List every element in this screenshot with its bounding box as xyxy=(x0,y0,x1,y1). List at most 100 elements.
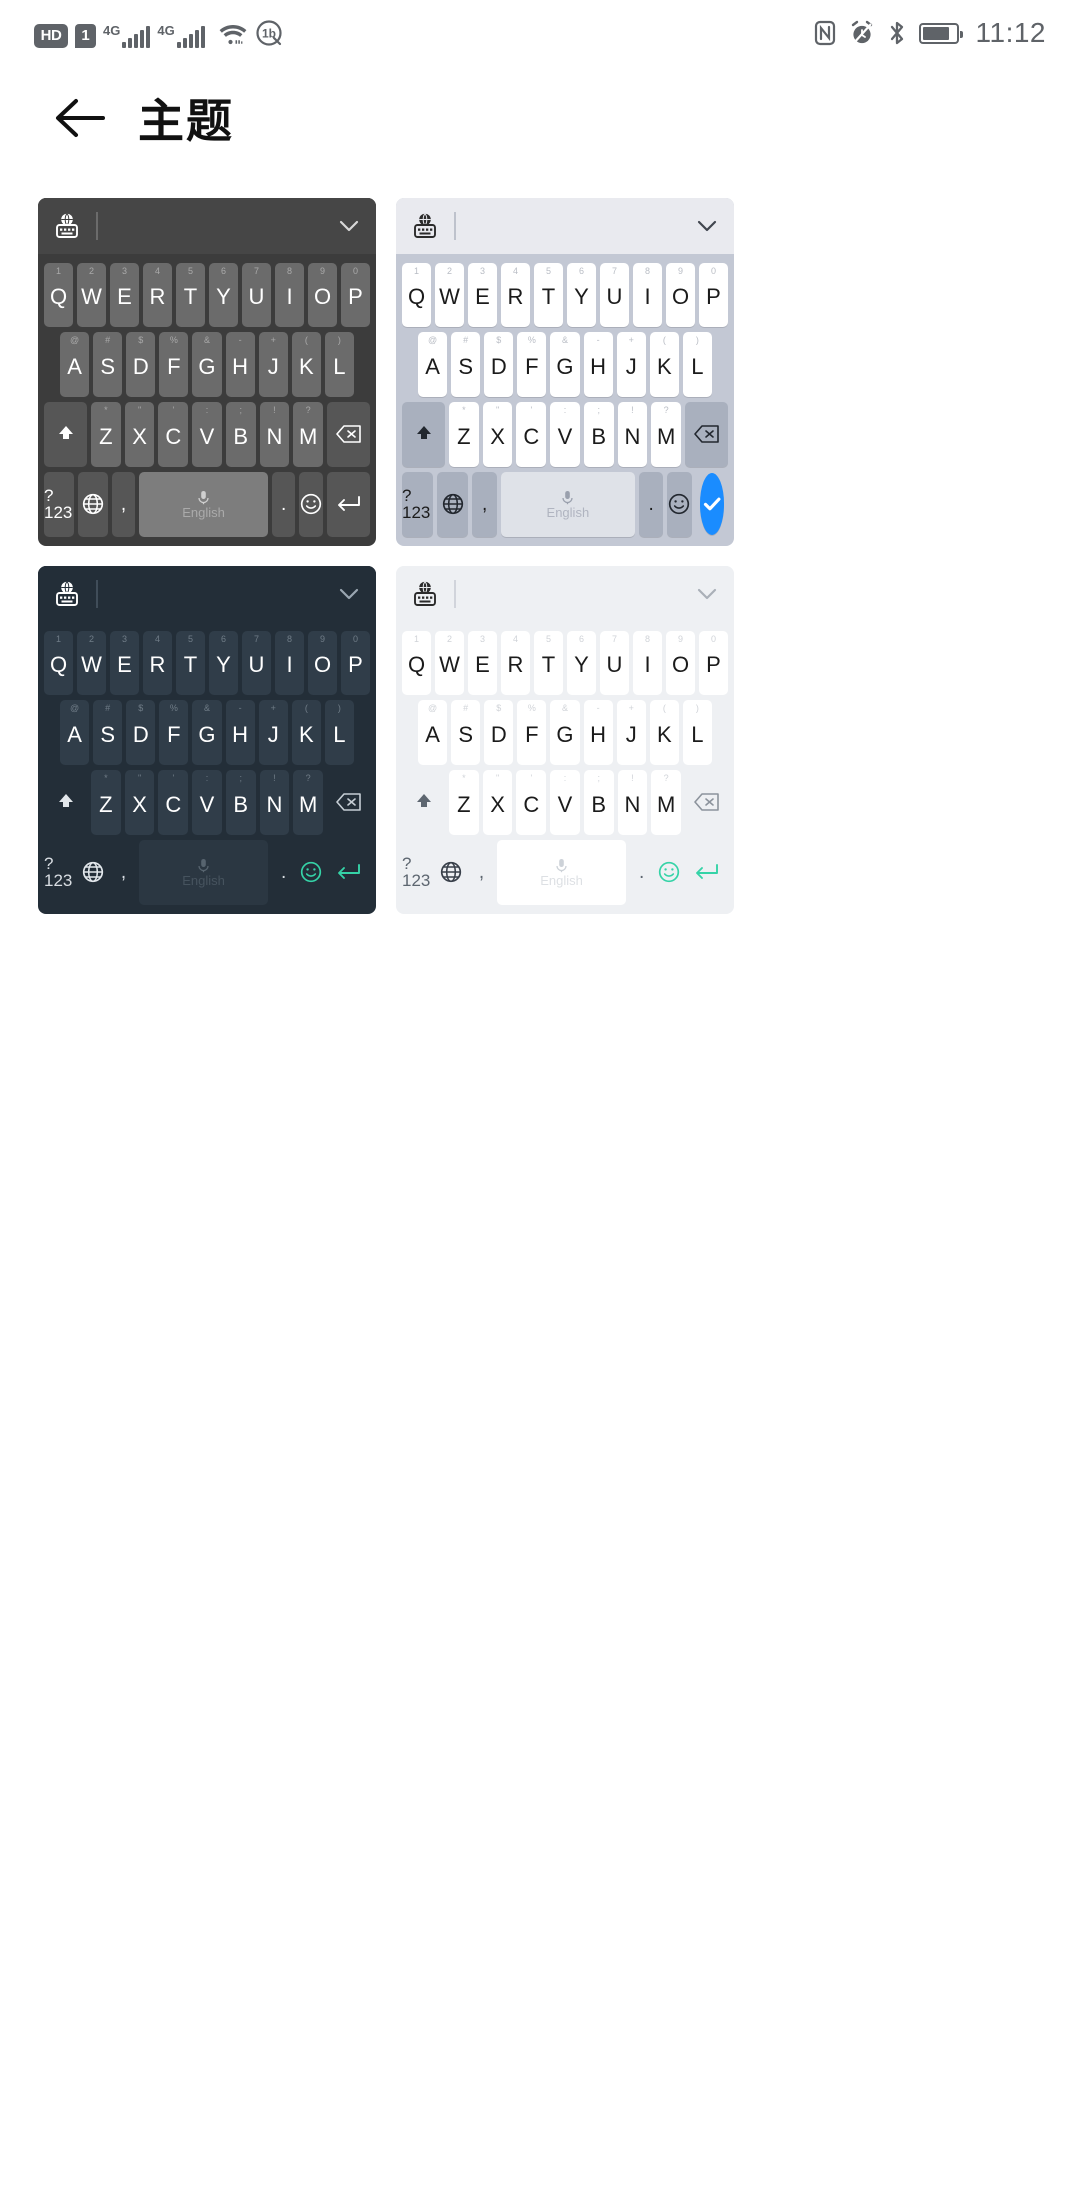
key-l[interactable]: ) L xyxy=(682,700,712,765)
key-o[interactable]: 9O xyxy=(308,630,337,696)
key-x[interactable]: " X xyxy=(482,402,513,467)
key-w[interactable]: 2W xyxy=(435,262,464,328)
space-key[interactable]: English xyxy=(497,839,626,905)
key-b[interactable]: ; B xyxy=(225,770,256,835)
space-key[interactable]: English xyxy=(139,471,268,537)
key-g[interactable]: & G xyxy=(192,700,222,765)
keyboard-language-icon[interactable] xyxy=(52,580,82,608)
key-r[interactable]: 4R xyxy=(143,262,172,328)
emoji-key[interactable] xyxy=(667,471,692,537)
key-x[interactable]: " X xyxy=(482,770,513,835)
key-l[interactable]: ) L xyxy=(324,700,354,765)
key-v[interactable]: :V xyxy=(550,402,580,467)
enter-key[interactable] xyxy=(326,471,371,537)
key-d[interactable]: $ D xyxy=(484,332,514,397)
key-m[interactable]: ? M xyxy=(651,402,681,467)
shift-key[interactable] xyxy=(401,402,446,467)
key-b[interactable]: ; B xyxy=(583,402,614,467)
key-s[interactable]: # S xyxy=(93,332,123,397)
key-c[interactable]: ' C xyxy=(516,770,547,835)
key-l[interactable]: ) L xyxy=(324,332,354,397)
key-p[interactable]: 0P xyxy=(341,262,370,328)
theme-card-dark-navy[interactable]: 1Q 2W 3E 4R 5T 6Y 7U 8I 9O 0P @ A # S $ D %… xyxy=(38,566,376,914)
enter-key[interactable] xyxy=(685,840,728,905)
key-e[interactable]: 3E xyxy=(110,630,139,696)
key-d[interactable]: $ D xyxy=(484,700,514,765)
language-globe-key[interactable] xyxy=(78,840,108,905)
key-q[interactable]: 1Q xyxy=(44,262,73,328)
key-a[interactable]: @ A xyxy=(60,700,90,765)
key-u[interactable]: 7U xyxy=(242,262,271,328)
symbols-key[interactable]: ?123 xyxy=(44,840,74,905)
key-k[interactable]: (K xyxy=(291,700,321,765)
key-g[interactable]: & G xyxy=(550,332,580,397)
key-c[interactable]: ' C xyxy=(158,402,189,467)
symbols-key[interactable]: ?123 xyxy=(402,471,434,537)
keyboard-language-icon[interactable] xyxy=(52,212,82,240)
key-l[interactable]: ) L xyxy=(682,332,712,397)
key-o[interactable]: 9O xyxy=(666,630,695,696)
key-b[interactable]: ; B xyxy=(225,402,256,467)
key-h[interactable]: -H xyxy=(583,332,613,397)
comma-key[interactable]: , xyxy=(470,840,493,905)
chevron-down-icon[interactable] xyxy=(336,581,362,607)
keyboard-language-icon[interactable] xyxy=(410,580,440,608)
key-c[interactable]: ' C xyxy=(516,402,547,467)
period-key[interactable]: . xyxy=(272,840,295,905)
key-y[interactable]: 6Y xyxy=(567,262,596,328)
language-globe-key[interactable] xyxy=(77,471,108,537)
key-f[interactable]: % F xyxy=(159,700,189,765)
key-t[interactable]: 5T xyxy=(176,630,205,696)
backspace-key[interactable] xyxy=(685,770,728,835)
key-j[interactable]: + J xyxy=(258,332,288,397)
keyboard-language-icon[interactable] xyxy=(410,212,440,240)
key-h[interactable]: -H xyxy=(225,700,255,765)
space-key[interactable]: English xyxy=(139,839,268,905)
key-q[interactable]: 1Q xyxy=(402,630,431,696)
key-i[interactable]: 8I xyxy=(275,630,304,696)
comma-key[interactable]: , xyxy=(111,471,136,537)
period-key[interactable]: . xyxy=(630,840,653,905)
key-b[interactable]: ; B xyxy=(583,770,614,835)
key-a[interactable]: @ A xyxy=(418,700,448,765)
key-z[interactable]: * Z xyxy=(449,770,479,835)
key-f[interactable]: % F xyxy=(517,700,547,765)
enter-key[interactable] xyxy=(699,473,724,535)
key-r[interactable]: 4R xyxy=(143,630,172,696)
comma-key[interactable]: , xyxy=(472,471,497,537)
key-k[interactable]: (K xyxy=(649,700,679,765)
key-z[interactable]: * Z xyxy=(449,402,479,467)
key-i[interactable]: 8I xyxy=(633,262,662,328)
key-z[interactable]: * Z xyxy=(91,770,121,835)
key-u[interactable]: 7U xyxy=(600,630,629,696)
key-n[interactable]: ! N xyxy=(617,402,648,467)
key-g[interactable]: & G xyxy=(550,700,580,765)
shift-key[interactable] xyxy=(43,402,88,467)
key-o[interactable]: 9O xyxy=(666,262,695,328)
enter-key[interactable] xyxy=(327,840,370,905)
key-s[interactable]: # S xyxy=(93,700,123,765)
key-e[interactable]: 3E xyxy=(110,262,139,328)
chevron-down-icon[interactable] xyxy=(694,581,720,607)
key-i[interactable]: 8I xyxy=(633,630,662,696)
theme-card-light-mint[interactable]: 1Q 2W 3E 4R 5T 6Y 7U 8I 9O 0P @ A # S $ D %… xyxy=(396,566,734,914)
key-n[interactable]: ! N xyxy=(617,770,648,835)
key-s[interactable]: # S xyxy=(451,700,481,765)
key-e[interactable]: 3E xyxy=(468,262,497,328)
key-j[interactable]: + J xyxy=(258,700,288,765)
key-p[interactable]: 0P xyxy=(699,630,728,696)
key-w[interactable]: 2W xyxy=(77,262,106,328)
symbols-key[interactable]: ?123 xyxy=(402,840,432,905)
comma-key[interactable]: , xyxy=(112,840,135,905)
key-e[interactable]: 3E xyxy=(468,630,497,696)
key-d[interactable]: $ D xyxy=(126,332,156,397)
symbols-key[interactable]: ?123 xyxy=(44,471,74,537)
space-key[interactable]: English xyxy=(500,471,635,537)
key-z[interactable]: * Z xyxy=(91,402,121,467)
key-f[interactable]: % F xyxy=(159,332,189,397)
key-c[interactable]: ' C xyxy=(158,770,189,835)
emoji-key[interactable] xyxy=(299,471,323,537)
period-key[interactable]: . xyxy=(638,471,664,537)
key-u[interactable]: 7U xyxy=(242,630,271,696)
shift-key[interactable] xyxy=(44,770,87,835)
